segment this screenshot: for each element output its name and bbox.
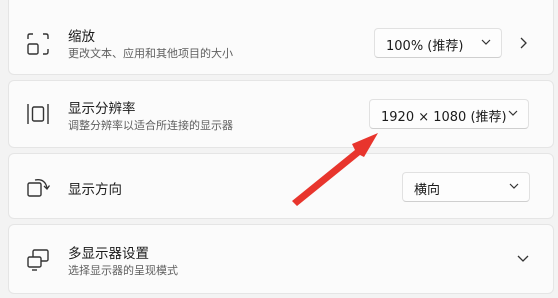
multiple-displays-icon <box>27 249 49 271</box>
dropdown-value: 100% (推荐) <box>386 39 464 54</box>
resolution-dropdown[interactable]: 1920 × 1080 (推荐) <box>369 99 529 129</box>
setting-subtitle: 选择显示器的呈现模式 <box>68 264 178 277</box>
chevron-down-icon <box>508 110 518 116</box>
setting-row-orientation: 显示方向 横向 <box>8 153 554 219</box>
scale-dropdown[interactable]: 100% (推荐) <box>374 28 502 58</box>
chevron-down-icon[interactable] <box>516 251 530 265</box>
setting-subtitle: 调整分辨率以适合所连接的显示器 <box>68 119 233 132</box>
chevron-down-icon <box>481 39 491 45</box>
dropdown-value: 横向 <box>414 183 441 198</box>
setting-title: 缩放 <box>68 29 95 45</box>
setting-title: 多显示器设置 <box>68 246 149 262</box>
orientation-dropdown[interactable]: 横向 <box>402 172 530 202</box>
scale-icon <box>27 33 49 55</box>
setting-title: 显示方向 <box>68 182 122 198</box>
display-orientation-icon <box>27 179 51 197</box>
chevron-right-icon[interactable] <box>516 36 530 50</box>
chevron-down-icon <box>509 183 519 189</box>
setting-row-resolution: 显示分辨率 调整分辨率以适合所连接的显示器 1920 × 1080 (推荐) <box>8 80 554 148</box>
setting-subtitle: 更改文本、应用和其他项目的大小 <box>68 47 233 60</box>
setting-title: 显示分辨率 <box>68 101 136 117</box>
dropdown-value: 1920 × 1080 (推荐) <box>381 110 507 125</box>
setting-row-multiple-displays[interactable]: 多显示器设置 选择显示器的呈现模式 <box>8 224 554 294</box>
setting-row-scale[interactable]: 缩放 更改文本、应用和其他项目的大小 100% (推荐) <box>8 0 554 75</box>
display-resolution-icon <box>27 104 49 124</box>
